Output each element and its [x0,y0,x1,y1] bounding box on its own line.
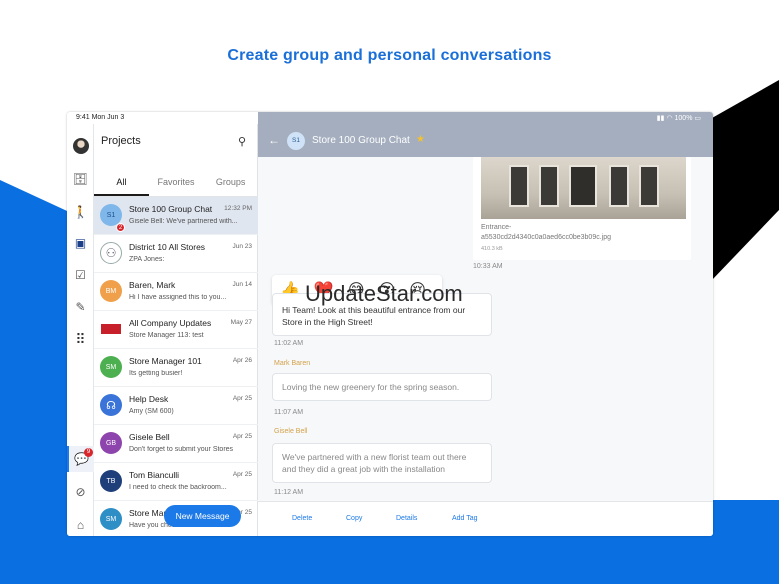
conversation-name: Help Desk [129,394,169,404]
conversation-time: Apr 25 [232,433,252,440]
conversation-name: Gisele Bell [129,432,170,442]
list-item[interactable]: S1 2 Store 100 Group Chat 12:32 PM Gisel… [94,197,258,235]
battery-icon: ▭ [694,115,701,122]
list-item[interactable]: ⚇ District 10 All Stores Jun 23 ZPA Jone… [94,235,258,273]
chat-header: ← S1 Store 100 Group Chat ★ [258,124,713,157]
tab-groups[interactable]: Groups [203,171,258,196]
conversation-preview: Gisele Bell: We've partnered with... [129,218,238,225]
unread-badge: 2 [116,223,125,232]
conversation-time: Apr 25 [232,395,252,402]
details-button[interactable]: Details [396,515,417,522]
conversation-preview: Its getting busier! [129,370,183,377]
list-item[interactable]: TB Tom Bianculli Apr 25 I need to check … [94,463,258,501]
list-item[interactable]: All Company Updates May 27 Store Manager… [94,311,258,349]
image-attachment[interactable]: Entrance-a5530cd2d4340c0a0aed6cc0be3b09c… [473,157,691,260]
tablet-screen: 9:41 Mon Jun 3 ▮▮ ◠ 100% ▭ 🗄 🚶 ▣ ☑ ✎ ⠿ 💬… [67,112,713,536]
battery-label: 100% [674,115,693,122]
tag-icon[interactable]: ⌂ [67,512,94,536]
status-bar-right: ▮▮ ◠ 100% ▭ [258,112,713,124]
compass-icon[interactable]: ⊘ [67,479,94,505]
briefcase-icon[interactable]: 🗄 [67,166,94,192]
list-item[interactable]: GB Gisele Bell Apr 25 Don't forget to su… [94,425,258,463]
back-arrow-icon[interactable]: ← [268,133,280,147]
photo-window [509,165,529,207]
delete-button[interactable]: Delete [292,515,312,522]
conversation-preview: Hi I have assigned this to you... [129,294,227,301]
message-sender: Mark Baren [274,360,311,367]
conversation-name: Tom Bianculli [129,470,180,480]
headset-icon: ☊ [100,394,122,416]
conversation-tabs: All Favorites Groups [94,171,258,197]
chat-badge: 9 [84,448,93,457]
apps-grid-icon[interactable]: ⠿ [67,326,94,352]
photo-door [569,165,597,207]
star-icon[interactable]: ★ [416,134,425,145]
conversation-list-pane: Projects ⚲ All Favorites Groups S1 2 Sto… [94,124,258,536]
group-icon: ⚇ [100,242,122,264]
conversation-name: Store Manager 101 [129,356,202,366]
message-time: 11:07 AM [274,409,304,416]
store-entrance-photo [481,157,686,219]
tab-all[interactable]: All [94,171,149,196]
avatar: BM [100,280,122,302]
list-item[interactable]: ☊ Help Desk Apr 25 Amy (SM 600) [94,387,258,425]
conversation-name: District 10 All Stores [129,242,206,252]
checkbox-icon[interactable]: ☑ [67,262,94,288]
wifi-icon: ◠ [666,115,673,122]
company-logo-icon [100,318,122,340]
message-bubble[interactable]: Loving the new greenery for the spring s… [272,373,492,401]
conversation-preview: Amy (SM 600) [129,408,174,415]
conversation-time: May 27 [230,319,252,326]
conversation-name: Store 100 Group Chat [129,204,213,214]
photo-window [639,165,659,207]
message-action-bar: Delete Copy Details Add Tag [258,501,713,536]
list-item[interactable]: BM Baren, Mark Jun 14 Hi I have assigned… [94,273,258,311]
message-bubble[interactable]: We've partnered with a new florist team … [272,443,492,483]
new-message-button[interactable]: New Message [164,505,241,527]
icon-rail: 🗄 🚶 ▣ ☑ ✎ ⠿ 💬 9 ⊘ ⌂ [67,124,94,536]
conversation-time: Apr 25 [232,471,252,478]
message-sender: Gisele Bell [274,428,308,435]
edit-list-icon[interactable]: ✎ [67,294,94,320]
list-item[interactable]: SM Store Manager 101 Apr 26 Its getting … [94,349,258,387]
attachment-file-name: Entrance-a5530cd2d4340c0a0aed6cc0be3b09c… [481,224,612,241]
conversation-time: Jun 23 [232,243,252,250]
avatar-photo [72,138,89,154]
search-icon[interactable]: ⚲ [238,135,246,148]
chat-avatar: S1 [287,132,305,150]
message-time: 11:02 AM [274,340,304,347]
conversation-name: All Company Updates [129,318,212,328]
conversation-preview: Don't forget to submit your Stores [129,446,234,453]
chat-icon[interactable]: 💬 9 [67,446,94,472]
page-headline: Create group and personal conversations [227,47,552,64]
conversation-preview: ZPA Jones: [129,256,165,263]
message-thread: Entrance-a5530cd2d4340c0a0aed6cc0be3b09c… [258,157,713,501]
copy-button[interactable]: Copy [346,515,362,522]
avatar: SM [100,356,122,378]
list-title: Projects [101,135,141,147]
watermark-text: UpdateStar.com [305,281,463,306]
screens-icon[interactable]: ▣ [67,230,94,256]
photo-window [609,165,629,207]
conversation-preview: I need to check the backroom... [129,484,227,491]
conversation-time: Apr 26 [232,357,252,364]
avatar: GB [100,432,122,454]
walking-person-icon[interactable]: 🚶 [67,199,94,225]
tab-favorites[interactable]: Favorites [149,171,204,196]
avatar: TB [100,470,122,492]
status-bar-time: 9:41 Mon Jun 3 [67,112,258,124]
profile-avatar[interactable] [67,133,94,159]
avatar: SM [100,508,122,530]
chat-title: Store 100 Group Chat [312,135,410,146]
message-time: 11:12 AM [274,489,304,496]
conversation-time: 12:32 PM [224,205,252,212]
attachment-file-size: 410.3 kB [481,246,503,252]
add-tag-button[interactable]: Add Tag [452,515,478,522]
message-time: 10:33 AM [473,263,503,270]
signal-icon: ▮▮ [656,115,665,122]
photo-window [539,165,559,207]
conversation-name: Baren, Mark [129,280,176,290]
conversation-preview: Store Manager 113: test [129,332,204,339]
conversation-time: Jun 14 [232,281,252,288]
